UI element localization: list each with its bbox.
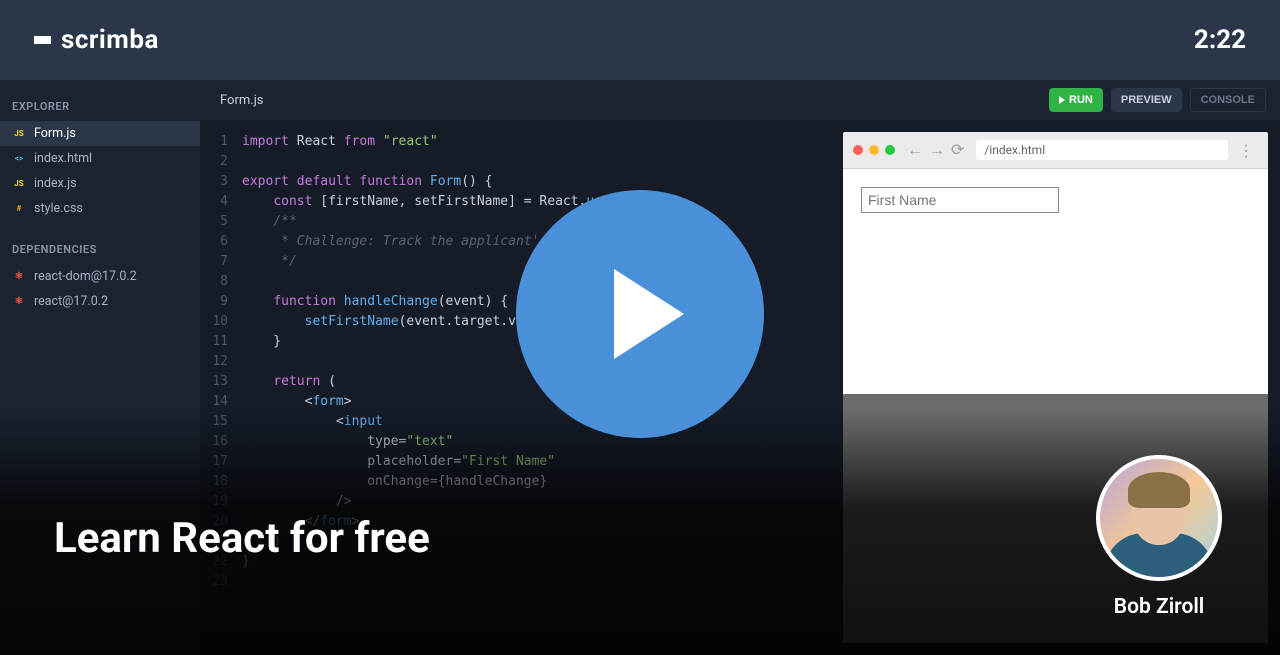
css-file-icon: #: [12, 202, 26, 216]
instructor-avatar[interactable]: [1096, 455, 1222, 581]
code-line: 17 placeholder="First Name": [200, 452, 843, 472]
forward-icon[interactable]: →: [929, 140, 945, 160]
file-item-style-css[interactable]: # style.css: [0, 196, 200, 221]
sidebar: EXPLORER JS Form.js <> index.html JS index.js…: [0, 80, 200, 655]
play-icon: [1059, 96, 1065, 104]
play-button[interactable]: [516, 190, 764, 438]
html-file-icon: <>: [12, 152, 26, 166]
close-dot-icon: [853, 145, 863, 155]
active-file-tab[interactable]: Form.js: [214, 93, 264, 108]
minimize-dot-icon: [869, 145, 879, 155]
dependency-list: ⚛ react-dom@17.0.2 ⚛ react@17.0.2: [0, 264, 200, 314]
code-line: 15 <input: [200, 412, 843, 432]
js-file-icon: JS: [12, 177, 26, 191]
file-name: style.css: [34, 201, 83, 216]
dependency-name: react@17.0.2: [34, 294, 108, 309]
instructor-name: Bob Ziroll: [1114, 595, 1204, 619]
code-line: 18 onChange={handleChange}: [200, 472, 843, 492]
preview-button[interactable]: PREVIEW: [1111, 88, 1182, 112]
console-button[interactable]: CONSOLE: [1190, 88, 1266, 112]
brand-text: scrimba: [61, 25, 159, 55]
play-icon: [614, 269, 684, 359]
course-title: Learn React for free: [54, 514, 430, 563]
run-button[interactable]: RUN: [1049, 88, 1103, 112]
scrimba-logo-icon: [34, 36, 51, 44]
code-line: 23: [200, 572, 843, 592]
code-line: 5 /**: [200, 212, 843, 232]
traffic-lights: [853, 145, 895, 155]
preview-body: [843, 169, 1268, 394]
code-line: 2: [200, 152, 843, 172]
explorer-heading: EXPLORER: [0, 96, 200, 121]
file-item-Form-js[interactable]: JS Form.js: [0, 121, 200, 146]
video-timestamp: 2:22: [1194, 25, 1246, 55]
package-icon: ⚛: [12, 295, 26, 309]
code-editor[interactable]: 1import React from "react"2 3export defa…: [200, 120, 843, 655]
dependency-name: react-dom@17.0.2: [34, 269, 137, 284]
brand-logo[interactable]: scrimba: [34, 25, 159, 55]
code-line: 1import React from "react": [200, 132, 843, 152]
reload-icon[interactable]: ⟳: [951, 140, 964, 160]
file-list: JS Form.js <> index.html JS index.js # style.cs…: [0, 121, 200, 221]
code-line: 6 * Challenge: Track the applicant's las…: [200, 232, 843, 252]
code-line: 16 type="text": [200, 432, 843, 452]
first-name-input[interactable]: [861, 187, 1059, 213]
browser-chrome: ← → ⟳ /index.html ⋮: [843, 132, 1268, 169]
header: scrimba 2:22: [0, 0, 1280, 80]
package-icon: ⚛: [12, 270, 26, 284]
code-line: 3export default function Form() {: [200, 172, 843, 192]
url-bar[interactable]: /index.html: [976, 140, 1228, 160]
js-file-icon: JS: [12, 127, 26, 141]
tab-bar: Form.js RUN PREVIEW CONSOLE: [200, 80, 1280, 120]
dependency-item[interactable]: ⚛ react-dom@17.0.2: [0, 264, 200, 289]
back-icon[interactable]: ←: [907, 140, 923, 160]
file-item-index-js[interactable]: JS index.js: [0, 171, 200, 196]
code-line: 19 />: [200, 492, 843, 512]
file-name: Form.js: [34, 126, 76, 141]
file-name: index.js: [34, 176, 77, 191]
file-name: index.html: [34, 151, 92, 166]
dependency-item[interactable]: ⚛ react@17.0.2: [0, 289, 200, 314]
maximize-dot-icon: [885, 145, 895, 155]
file-item-index-html[interactable]: <> index.html: [0, 146, 200, 171]
dependencies-heading: DEPENDENCIES: [0, 239, 200, 264]
code-line: 14 <form>: [200, 392, 843, 412]
instructor: Bob Ziroll: [1096, 455, 1222, 619]
browser-menu-icon[interactable]: ⋮: [1234, 141, 1258, 160]
code-line: 4 const [firstName, setFirstName] = Reac…: [200, 192, 843, 212]
